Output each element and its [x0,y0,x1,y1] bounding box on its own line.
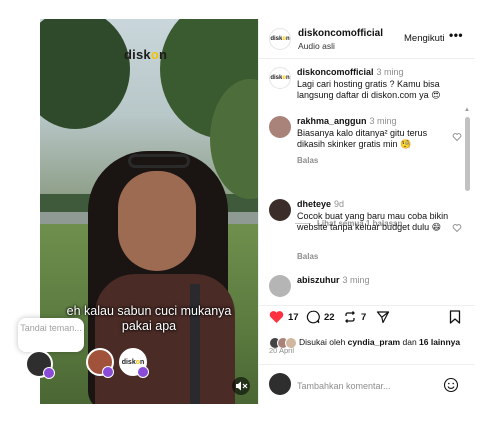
post-header: disk o n diskoncomofficial Audio asli Meng… [259,19,475,59]
repost-icon[interactable] [343,310,357,324]
comment-body: dheteye 9d Cocok buat yang baru mau coba … [297,199,457,234]
share-icon[interactable] [376,310,390,324]
comment-time: 3 ming [376,67,404,77]
account-avatar[interactable]: disk o n [269,28,291,50]
comment-time: 9d [334,199,345,209]
account-username[interactable]: diskoncomofficial [298,28,383,39]
person-body [95,274,235,404]
liked-by-others[interactable]: 16 lainnya [419,337,460,347]
comment-avatar[interactable] [269,116,291,138]
sunglasses [128,154,190,168]
comment-icon[interactable] [306,310,320,324]
comment-time: 3 ming [369,116,397,126]
comment-username[interactable]: rakhma_anggun [297,116,367,126]
comment-count[interactable]: 22 [324,312,335,323]
add-comment-bar [259,364,475,404]
scroll-thumb[interactable] [465,117,470,191]
comment-username[interactable]: diskoncomofficial [297,67,374,77]
comments-list: disk o n diskoncomofficial 3 ming Lagi cari… [259,59,475,305]
audio-label[interactable]: Audio asli [298,41,335,51]
comment-text: Biasanya kalo ditanya² gitu terus dikasi… [297,127,428,150]
comment-text: Cocok buat yang baru mau coba bikin webs… [297,210,449,233]
comment-input[interactable] [297,379,437,393]
heart-outline-icon[interactable] [452,132,462,142]
comment-username[interactable]: dheteye [297,199,331,209]
comment-time: 3 ming [342,275,370,285]
video-logo: diskon [124,47,168,62]
post-panel: disk o n diskoncomofficial Audio asli Meng… [258,19,475,404]
reply-button[interactable]: Balas [297,156,318,165]
comment-avatar[interactable]: disk o n [269,67,291,89]
scroll-up-icon[interactable]: ▲ [464,107,470,113]
tag-friends-prompt: Tandai teman... [20,323,82,333]
comment-body: rakhma_anggun 3 ming Biasanya kalo ditany… [297,116,457,151]
like-count[interactable]: 17 [288,312,299,323]
reply-button[interactable]: Balas [297,252,318,261]
speaker-muted-icon [236,381,248,391]
liked-by-middle: dan [400,337,420,347]
comment-body: abiszuhur 3 ming [297,275,457,287]
tag-badge-icon [102,366,114,378]
tag-friends-tooltip[interactable]: Tandai teman... [18,318,84,352]
current-user-avatar [269,373,291,395]
comment-text: Lagi cari hosting gratis ? Kamu bisa lan… [297,78,441,101]
comment-avatar[interactable] [269,275,291,297]
more-options-icon[interactable]: ••• [449,28,463,42]
liked-by-user[interactable]: cyndia_pram [348,337,400,347]
mute-button[interactable] [232,377,250,395]
bookmark-icon[interactable] [449,310,461,324]
tag-avatar-logo: diskon [121,359,145,366]
comment-body: diskoncomofficial 3 ming Lagi cari hostin… [297,67,457,102]
following-button[interactable]: Mengikuti [404,33,445,44]
bag-strap [190,284,200,404]
person-face [118,171,196,271]
caption-line-1: eh kalau sabun cuci mukanya [66,304,232,318]
comments-scrollbar[interactable]: ▲ ▼ [463,107,471,305]
liked-by-prefix: Disukai oleh [299,337,348,347]
heart-outline-icon[interactable] [452,223,462,233]
emoji-icon[interactable] [443,377,459,393]
comment-avatar[interactable] [269,199,291,221]
post-actions: 17 22 7 [259,305,475,325]
liked-by-text: Disukai oleh cyndia_pram dan 16 lainnya [299,337,469,348]
comment-username[interactable]: abiszuhur [297,275,340,285]
repost-count[interactable]: 7 [361,312,366,323]
heart-filled-icon[interactable] [269,310,284,324]
post-date: 20 April [269,346,295,355]
tag-badge-icon [137,366,149,378]
tag-badge-icon [43,367,55,379]
